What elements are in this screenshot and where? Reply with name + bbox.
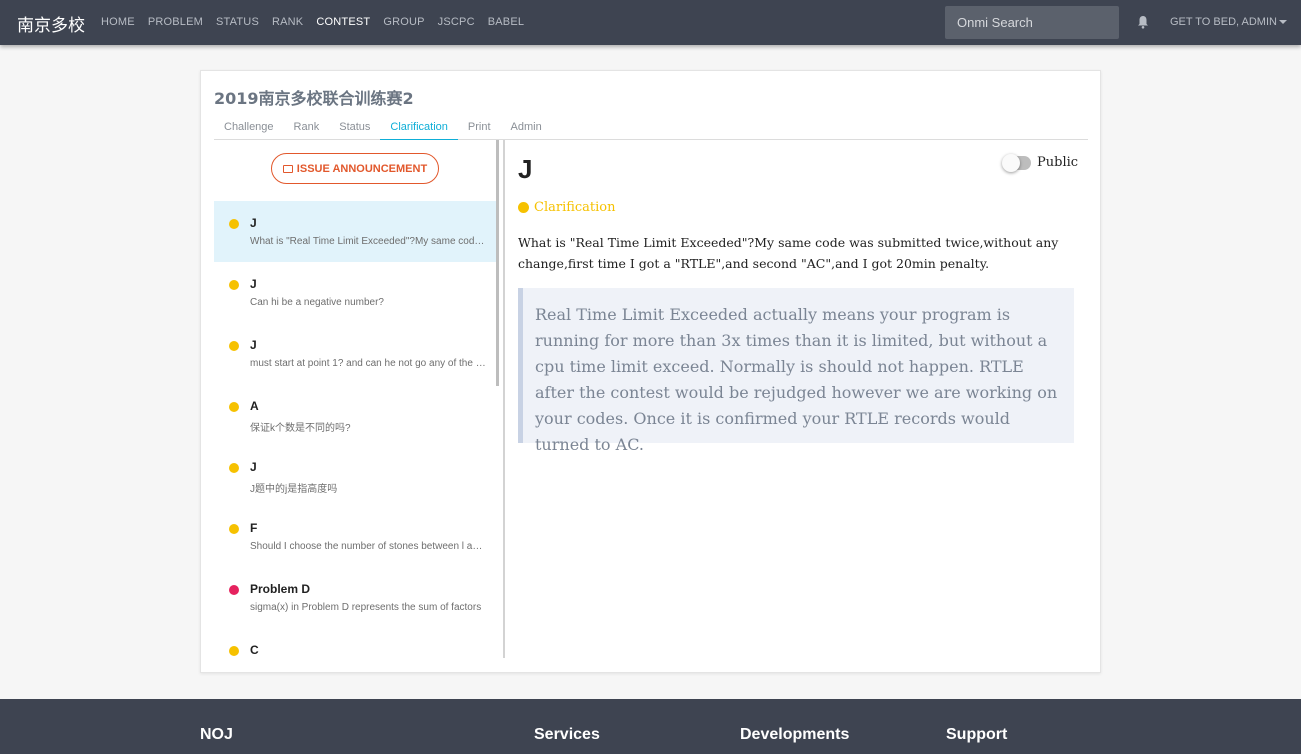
status-dot <box>229 280 239 290</box>
search-input[interactable] <box>945 6 1119 39</box>
announcement-icon <box>282 164 293 173</box>
clarification-list: J What is "Real Time Limit Exceeded"?My s… <box>214 201 497 659</box>
status-dot <box>229 341 239 351</box>
clarification-item[interactable]: C <box>214 628 497 659</box>
clarification-item-title: Problem D <box>250 582 311 596</box>
clarification-item-title: J <box>250 338 257 352</box>
clarification-item-title: J <box>250 460 257 474</box>
clarification-item-title: F <box>250 521 258 535</box>
clarification-item[interactable]: Problem D sigma(x) in Problem D represent… <box>214 567 497 628</box>
nav-link-rank[interactable]: RANK <box>272 16 303 28</box>
status-dot <box>229 585 239 595</box>
footer-heading-support: Support <box>946 726 1008 743</box>
clarification-title: J <box>518 154 533 184</box>
tab-print[interactable]: Print <box>458 115 501 140</box>
tab-challenge[interactable]: Challenge <box>214 115 284 140</box>
nav-link-jscpc[interactable]: JSCPC <box>438 16 475 28</box>
clarification-category: Clarification <box>518 200 616 215</box>
site-brand[interactable]: 南京多校 <box>17 11 85 36</box>
tab-rank[interactable]: Rank <box>284 115 330 140</box>
clarification-item-title: J <box>250 277 257 291</box>
clarification-item-desc: Can hi be a negative number? <box>250 297 384 308</box>
tab-status[interactable]: Status <box>329 115 380 140</box>
nav-link-babel[interactable]: BABEL <box>488 16 524 28</box>
clarification-item[interactable]: J Can hi be a negative number? <box>214 262 497 323</box>
caret-down-icon <box>1278 20 1287 25</box>
clarification-answer: Real Time Limit Exceeded actually means … <box>518 288 1074 454</box>
switch-knob <box>1002 153 1020 172</box>
clarification-item[interactable]: J J题中的j是指高度吗 <box>214 445 497 506</box>
tab-admin[interactable]: Admin <box>501 115 552 140</box>
clarification-list-pane: ISSUE ANNOUNCEMENT J What is "Real Time L… <box>214 141 497 659</box>
clarification-item-desc: must start at point 1? and can he not go… <box>250 358 486 369</box>
category-label: Clarification <box>534 200 616 215</box>
site-footer: NOJ Services Developments Support <box>0 699 1301 754</box>
status-dot <box>229 646 239 656</box>
status-dot <box>229 524 239 534</box>
contest-tabs: Challenge Rank Status Clarification Prin… <box>214 115 1088 140</box>
footer-heading-services: Services <box>534 726 600 743</box>
clarification-item-desc: 保证k个数是不同的吗? <box>250 423 351 434</box>
footer-heading-developments: Developments <box>740 726 850 743</box>
public-switch[interactable] <box>1002 153 1031 172</box>
category-dot <box>518 202 529 213</box>
public-toggle[interactable]: Public <box>1002 153 1079 172</box>
bell-icon[interactable] <box>1137 15 1149 29</box>
issue-announcement-label: ISSUE ANNOUNCEMENT <box>296 162 428 175</box>
nav-link-problem[interactable]: PROBLEM <box>148 16 203 28</box>
contest-title: 2019南京多校联合训练赛2 <box>214 89 414 108</box>
nav-links: HOME PROBLEM STATUS RANK CONTEST GROUP J… <box>101 16 537 28</box>
clarification-item[interactable]: A 保证k个数是不同的吗? <box>214 384 497 445</box>
clarification-item-desc: What is "Real Time Limit Exceeded"?My sa… <box>250 236 486 247</box>
clarification-item-desc: J题中的j是指高度吗 <box>250 484 338 495</box>
nav-link-contest[interactable]: CONTEST <box>316 16 370 28</box>
top-navbar: 南京多校 HOME PROBLEM STATUS RANK CONTEST GR… <box>0 0 1301 45</box>
nav-link-group[interactable]: GROUP <box>383 16 424 28</box>
clarification-item-title: A <box>250 399 259 413</box>
clarification-question: What is "Real Time Limit Exceeded"?My sa… <box>518 235 1059 271</box>
clarification-item[interactable]: Jmust start at point 1? and can he not g… <box>214 323 497 384</box>
user-menu-label: GET TO BED, ADMIN <box>1170 16 1277 28</box>
user-menu[interactable]: GET TO BED, ADMIN <box>1170 16 1287 28</box>
clarification-item-title: J <box>250 216 257 230</box>
nav-link-status[interactable]: STATUS <box>216 16 259 28</box>
clarification-item-desc: sigma(x) in Problem D represents the sum… <box>250 602 482 613</box>
clarification-item[interactable]: F Should I choose the number of stones be… <box>214 506 497 567</box>
clarification-item-title: C <box>250 643 259 657</box>
status-dot <box>229 463 239 473</box>
public-label: Public <box>1037 155 1079 170</box>
footer-heading-noj: NOJ <box>200 726 233 743</box>
list-scrollbar[interactable] <box>496 140 499 386</box>
pane-divider <box>503 140 505 658</box>
clarification-item[interactable]: J What is "Real Time Limit Exceeded"?My s… <box>214 201 497 262</box>
status-dot <box>229 402 239 412</box>
tab-clarification[interactable]: Clarification <box>380 115 458 140</box>
clarification-item-desc: Should I choose the number of stones bet… <box>250 541 486 552</box>
issue-announcement-button[interactable]: ISSUE ANNOUNCEMENT <box>271 153 439 184</box>
nav-link-home[interactable]: HOME <box>101 16 135 28</box>
status-dot <box>229 219 239 229</box>
